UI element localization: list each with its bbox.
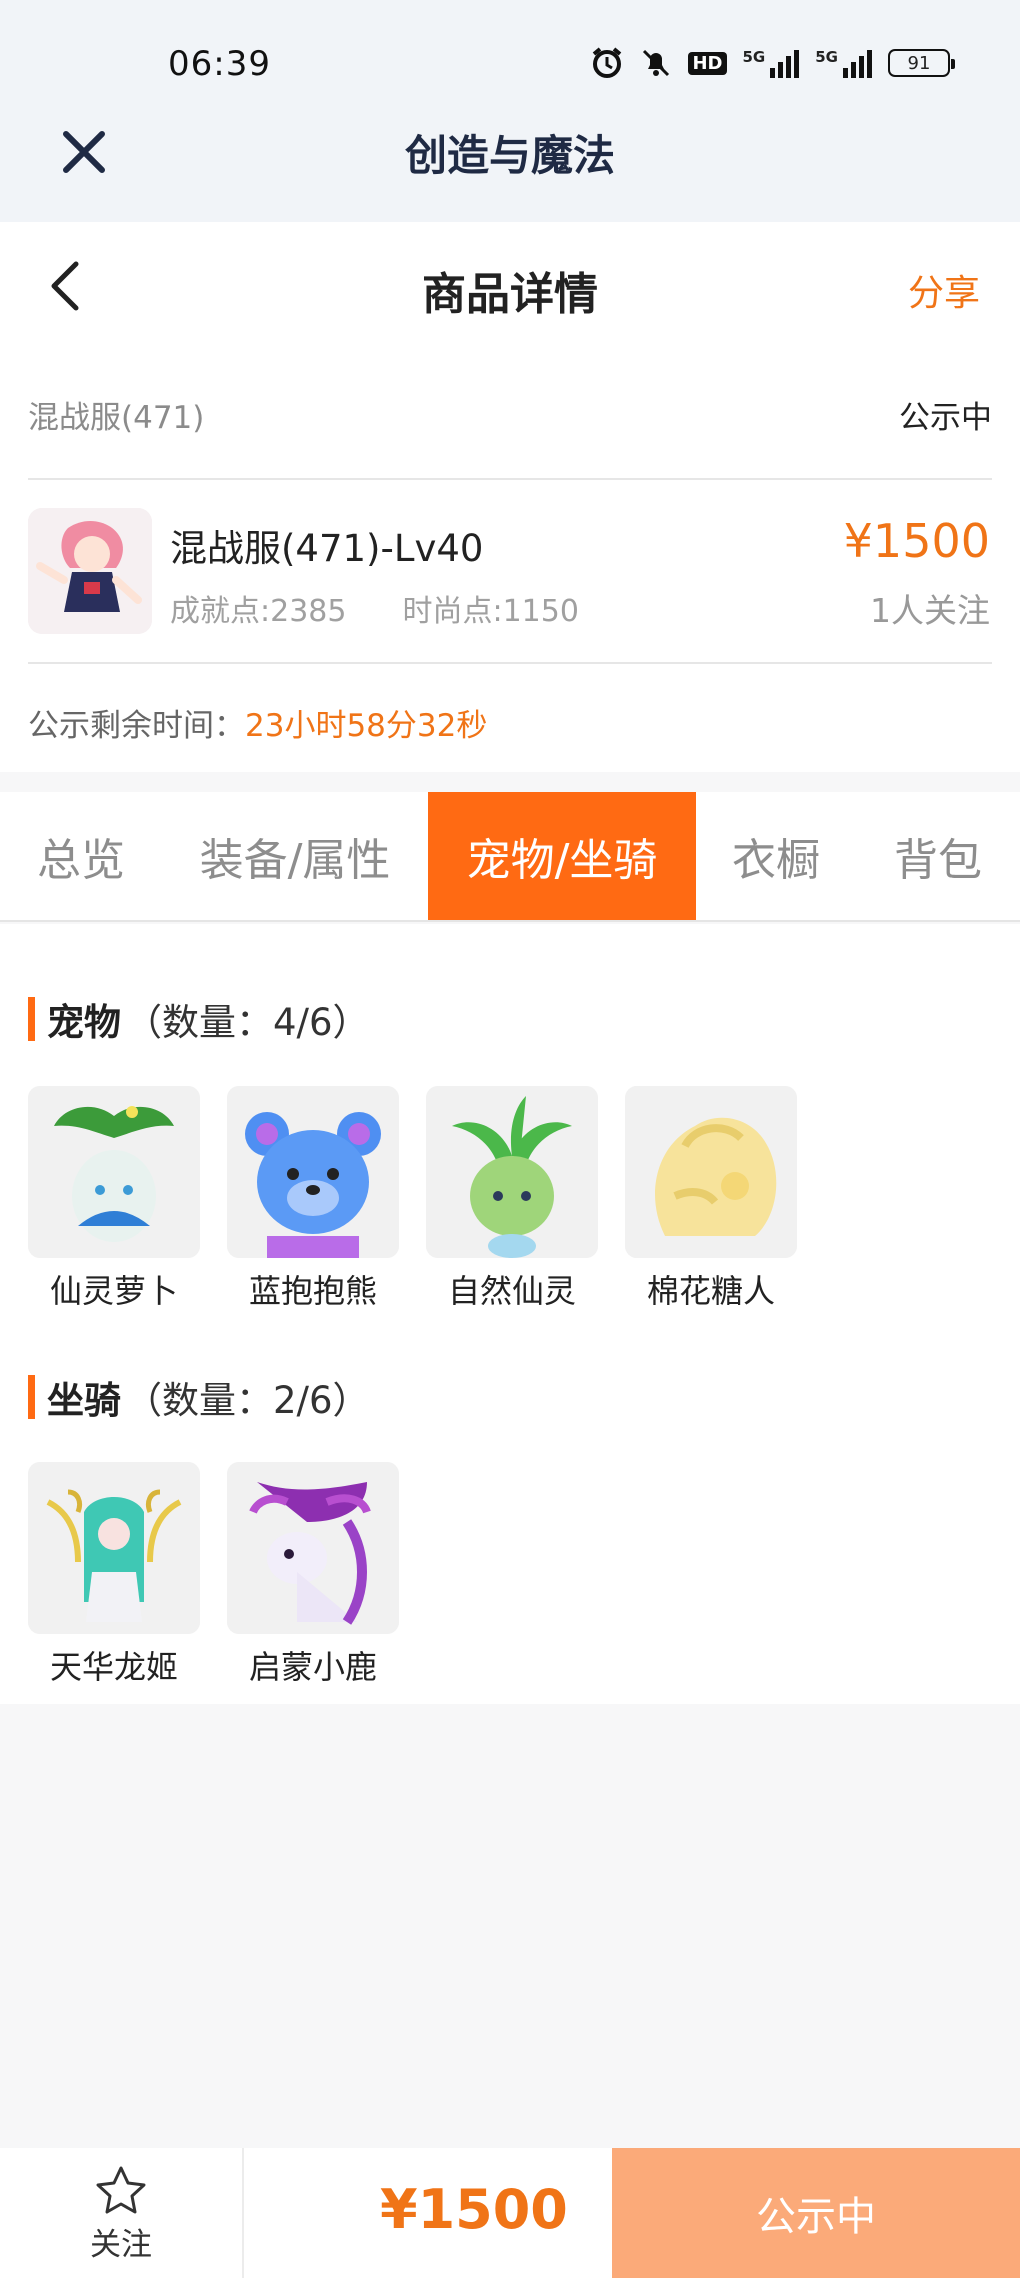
mounts-count: （数量：2/6）	[125, 1379, 370, 1422]
product-stats: 成就点:2385 时尚点:1150	[170, 586, 579, 630]
tab-equipment[interactable]: 装备/属性	[162, 792, 428, 920]
tab-backpack[interactable]: 背包	[856, 792, 1020, 920]
pets-grid: 仙灵萝卜 蓝抱抱熊 自然仙灵 棉花糖人	[28, 1086, 797, 1312]
pet-item[interactable]: 棉花糖人	[625, 1086, 797, 1312]
pet-thumbnail	[28, 1086, 200, 1258]
countdown: 公示剩余时间：23小时58分32秒	[28, 700, 487, 745]
signal-icon: 5G	[815, 48, 872, 78]
mounts-section-header: 坐骑 （数量：2/6）	[28, 1370, 370, 1424]
bell-mute-icon	[640, 47, 672, 79]
star-icon	[96, 2166, 146, 2213]
tab-bar: 总览 装备/属性 宠物/坐骑 衣橱 背包	[0, 792, 1020, 922]
divider	[28, 662, 992, 664]
mount-thumbnail	[28, 1462, 200, 1634]
section-accent-bar	[28, 997, 35, 1041]
mount-item[interactable]: 天华龙姬	[28, 1462, 200, 1688]
page-title: 商品详情	[422, 269, 598, 320]
countdown-label: 公示剩余时间：	[28, 708, 245, 744]
pet-item[interactable]: 仙灵萝卜	[28, 1086, 200, 1312]
signal-icon: 5G	[743, 48, 800, 78]
divider	[28, 478, 992, 480]
follower-count: 1人关注	[870, 591, 990, 630]
signal-label: 5G	[742, 48, 766, 66]
fashion-points: 时尚点:1150	[402, 594, 579, 629]
hd-icon: HD	[688, 51, 727, 75]
section-accent-bar	[28, 1375, 35, 1419]
tab-overview[interactable]: 总览	[0, 792, 162, 920]
pet-name: 仙灵萝卜	[49, 1272, 178, 1310]
pet-thumbnail	[227, 1086, 399, 1258]
pets-section-header: 宠物 （数量：4/6）	[28, 992, 370, 1046]
status-action-button[interactable]: 公示中	[612, 2148, 1020, 2278]
character-avatar	[28, 508, 152, 634]
tab-wardrobe[interactable]: 衣橱	[696, 792, 856, 920]
mounts-title: 坐骑	[47, 1379, 121, 1422]
tab-content: 宠物 （数量：4/6） 仙灵萝卜 蓝抱抱熊 自然仙灵 棉花糖人 坐骑 （数量：2…	[0, 924, 1020, 1704]
pet-thumbnail	[426, 1086, 598, 1258]
battery-icon: 91	[888, 49, 955, 77]
status-icons: HD 5G 5G 91	[590, 46, 955, 80]
mount-name: 启蒙小鹿	[248, 1648, 377, 1686]
achievement-points: 成就点:2385	[170, 594, 347, 629]
product-price: ¥1500	[843, 514, 990, 568]
mount-thumbnail	[227, 1462, 399, 1634]
server-status: 公示中	[899, 400, 992, 436]
signal-label: 5G	[815, 48, 838, 66]
mounts-grid: 天华龙姬 启蒙小鹿	[28, 1462, 399, 1688]
mount-name: 天华龙姬	[49, 1648, 178, 1686]
product-name: 混战服(471)-Lv40	[170, 527, 484, 570]
pets-title: 宠物	[47, 1001, 121, 1044]
bottom-bar: 关注 ¥1500 公示中	[0, 2148, 1020, 2278]
bottom-price: ¥1500	[380, 2178, 568, 2241]
server-row: 混战服(471) 公示中	[28, 392, 992, 437]
share-button[interactable]: 分享	[908, 264, 980, 316]
server-name: 混战服(471)	[28, 400, 205, 436]
mount-item[interactable]: 启蒙小鹿	[227, 1462, 399, 1688]
app-title: 创造与魔法	[404, 131, 615, 180]
pets-count: （数量：4/6）	[125, 1001, 370, 1044]
battery-level: 91	[907, 52, 931, 74]
follow-button[interactable]: 关注	[0, 2148, 244, 2278]
alarm-icon	[590, 46, 624, 80]
pet-item[interactable]: 自然仙灵	[426, 1086, 598, 1312]
status-time: 06:39	[168, 44, 271, 84]
tab-pets-mounts[interactable]: 宠物/坐骑	[428, 792, 696, 920]
pet-name: 棉花糖人	[646, 1272, 775, 1310]
pet-thumbnail	[625, 1086, 797, 1258]
app-bar: 创造与魔法	[0, 100, 1020, 222]
pet-name: 蓝抱抱熊	[248, 1272, 377, 1310]
pet-item[interactable]: 蓝抱抱熊	[227, 1086, 399, 1312]
follow-label: 关注	[90, 2226, 152, 2263]
countdown-value: 23小时58分32秒	[245, 708, 488, 744]
pet-name: 自然仙灵	[447, 1272, 576, 1310]
